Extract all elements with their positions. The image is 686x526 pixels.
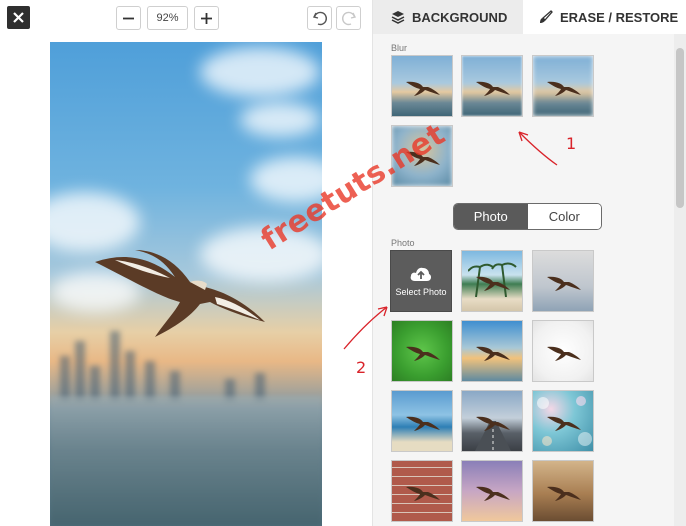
close-button[interactable]	[7, 6, 30, 29]
scrollbar-thumb[interactable]	[676, 48, 684, 208]
photo-option-bokeh[interactable]	[532, 390, 594, 452]
select-photo-label: Select Photo	[395, 287, 447, 297]
tab-background-label: BACKGROUND	[412, 9, 508, 25]
brush-icon	[540, 10, 553, 23]
toggle-color[interactable]: Color	[527, 204, 601, 229]
cloud-upload-icon	[410, 267, 432, 281]
photo-option-wall[interactable]	[532, 250, 594, 312]
zoom-out-button[interactable]	[116, 6, 141, 30]
annotation-number-2: 2	[356, 358, 367, 377]
undo-icon	[312, 11, 327, 26]
zoom-in-button[interactable]	[194, 6, 219, 30]
photo-option-brick[interactable]	[391, 460, 453, 522]
photo-option-beach-palms[interactable]	[461, 250, 523, 312]
editor-area: 92%	[0, 0, 372, 526]
annotation-number-1: 1	[566, 134, 577, 153]
close-icon	[13, 12, 24, 23]
minus-icon	[123, 17, 134, 19]
photo-option-white[interactable]	[532, 320, 594, 382]
water-area	[50, 396, 322, 526]
redo-icon	[341, 11, 356, 26]
toggle-photo[interactable]: Photo	[454, 204, 528, 229]
blur-option-2[interactable]	[461, 55, 523, 117]
undo-button[interactable]	[307, 6, 332, 30]
blur-section-label: Blur	[391, 43, 408, 53]
image-canvas[interactable]	[50, 42, 322, 526]
panel-scrollbar[interactable]	[674, 34, 686, 526]
plus-icon	[201, 12, 212, 24]
photo-option-grass[interactable]	[391, 320, 453, 382]
redo-button[interactable]	[336, 6, 361, 30]
photo-option-sunset[interactable]	[461, 320, 523, 382]
bird-image	[95, 250, 265, 337]
blur-option-1[interactable]	[391, 55, 453, 117]
tab-erase-restore-label: ERASE / RESTORE	[560, 9, 679, 25]
photo-color-toggle[interactable]: Photo Color	[453, 203, 602, 230]
photo-option-purple[interactable]	[461, 460, 523, 522]
blur-option-3[interactable]	[532, 55, 594, 117]
tab-erase-restore[interactable]: ERASE / RESTORE	[523, 0, 686, 34]
photo-option-sea[interactable]	[391, 390, 453, 452]
zoom-level[interactable]: 92%	[147, 6, 188, 30]
tab-background[interactable]: BACKGROUND	[373, 0, 523, 34]
layers-icon	[391, 11, 405, 24]
photo-section-label: Photo	[391, 238, 415, 248]
photo-option-road[interactable]	[461, 390, 523, 452]
select-photo-button[interactable]: Select Photo	[390, 250, 452, 312]
photo-option-cafe[interactable]	[532, 460, 594, 522]
